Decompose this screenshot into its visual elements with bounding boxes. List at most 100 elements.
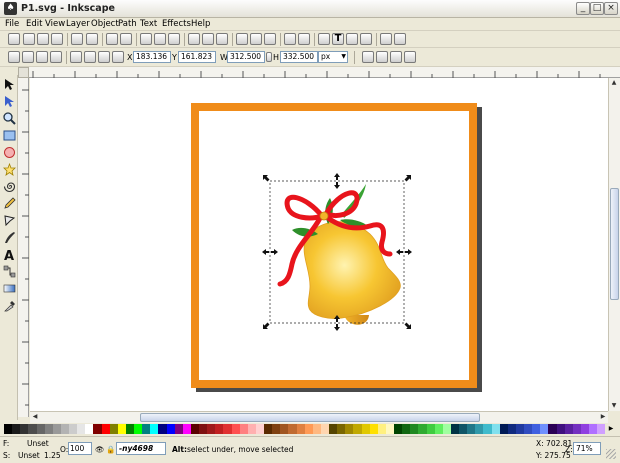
horizontal-scroll-thumb[interactable] xyxy=(140,413,480,422)
palette-swatch[interactable] xyxy=(296,424,305,434)
layer-select[interactable]: -ny4698 xyxy=(116,442,166,455)
palette-swatch[interactable] xyxy=(312,424,321,434)
rotate-cw-icon[interactable] xyxy=(22,51,34,63)
pen-tool-icon[interactable] xyxy=(3,214,16,227)
vertical-scroll-thumb[interactable] xyxy=(610,188,619,300)
copy-icon[interactable] xyxy=(140,33,152,45)
unlink-clone-icon[interactable] xyxy=(264,33,276,45)
palette-swatch[interactable] xyxy=(190,424,199,434)
menu-edit[interactable]: Edit xyxy=(26,19,42,29)
palette-swatch[interactable] xyxy=(450,424,459,434)
palette-swatch[interactable] xyxy=(142,424,151,434)
palette-swatch[interactable] xyxy=(231,424,240,434)
ungroup-icon[interactable] xyxy=(298,33,310,45)
palette-swatch[interactable] xyxy=(69,424,78,434)
palette-swatch[interactable] xyxy=(150,424,159,434)
menu-layer[interactable]: Layer xyxy=(66,19,90,29)
palette-swatch[interactable] xyxy=(499,424,508,434)
palette-swatch[interactable] xyxy=(369,424,378,434)
connector-tool-icon[interactable] xyxy=(3,265,16,278)
palette-swatch[interactable] xyxy=(174,424,183,434)
palette-swatch[interactable] xyxy=(540,424,549,434)
palette-swatch[interactable] xyxy=(215,424,224,434)
palette-swatch[interactable] xyxy=(410,424,419,434)
width-field[interactable]: 312.500 xyxy=(227,51,265,63)
transform-gradients-icon[interactable] xyxy=(390,51,402,63)
palette-swatch[interactable] xyxy=(491,424,500,434)
height-field[interactable]: 332.500 xyxy=(280,51,318,63)
zoom-field[interactable]: 71% xyxy=(573,442,601,455)
palette-swatch[interactable] xyxy=(280,424,289,434)
stroke-width-value[interactable]: 1.25 xyxy=(44,451,61,460)
palette-swatch[interactable] xyxy=(182,424,191,434)
resize-grip-icon[interactable] xyxy=(606,449,616,459)
raise-icon[interactable] xyxy=(84,51,96,63)
unit-select[interactable]: px ▼ xyxy=(318,51,348,63)
palette-swatch[interactable] xyxy=(158,424,167,434)
dropper-tool-icon[interactable] xyxy=(3,299,16,312)
palette-swatch[interactable] xyxy=(304,424,313,434)
palette-swatch[interactable] xyxy=(247,424,256,434)
palette-swatch[interactable] xyxy=(125,424,134,434)
horizontal-scrollbar[interactable]: ◀ ▶ xyxy=(30,411,608,423)
palette-swatch[interactable] xyxy=(12,424,21,434)
calligraphy-tool-icon[interactable] xyxy=(3,231,16,244)
fill-value[interactable]: Unset xyxy=(27,439,49,448)
redo-icon[interactable] xyxy=(120,33,132,45)
palette-swatch[interactable] xyxy=(52,424,61,434)
raise-to-top-icon[interactable] xyxy=(70,51,82,63)
vertical-scrollbar[interactable]: ▲ ▼ xyxy=(608,78,620,411)
menu-path[interactable]: Path xyxy=(118,19,137,29)
gradient-tool-icon[interactable] xyxy=(3,282,16,295)
zoom-drawing-icon[interactable] xyxy=(202,33,214,45)
y-coordinate-field[interactable]: 161.823 xyxy=(178,51,216,63)
palette-scroll-right-icon[interactable]: ▶ xyxy=(606,424,616,434)
palette-swatch[interactable] xyxy=(532,424,541,434)
zoom-selection-icon[interactable] xyxy=(188,33,200,45)
export-icon[interactable] xyxy=(86,33,98,45)
palette-swatch[interactable] xyxy=(418,424,427,434)
pencil-tool-icon[interactable] xyxy=(3,197,16,210)
palette-swatch[interactable] xyxy=(337,424,346,434)
open-file-icon[interactable] xyxy=(23,33,35,45)
save-icon[interactable] xyxy=(37,33,49,45)
palette-swatch[interactable] xyxy=(28,424,37,434)
palette-swatch[interactable] xyxy=(564,424,573,434)
palette-swatch[interactable] xyxy=(255,424,264,434)
close-button[interactable]: × xyxy=(604,2,618,15)
spiral-tool-icon[interactable] xyxy=(3,180,16,193)
palette-swatch[interactable] xyxy=(353,424,362,434)
maximize-button[interactable]: □ xyxy=(590,2,604,15)
menu-text[interactable]: Text xyxy=(140,19,157,29)
scroll-up-arrow-icon[interactable]: ▲ xyxy=(609,78,619,88)
lower-to-bottom-icon[interactable] xyxy=(112,51,124,63)
opacity-spinner[interactable]: 100 xyxy=(68,442,92,455)
palette-swatch[interactable] xyxy=(272,424,281,434)
menu-help[interactable]: Help xyxy=(191,19,210,29)
import-icon[interactable] xyxy=(71,33,83,45)
palette-swatch[interactable] xyxy=(207,424,216,434)
palette-swatch[interactable] xyxy=(109,424,118,434)
text-font-icon[interactable]: T xyxy=(332,33,344,45)
palette-swatch[interactable] xyxy=(329,424,338,434)
palette-swatch[interactable] xyxy=(320,424,329,434)
paste-icon[interactable] xyxy=(168,33,180,45)
drawing-canvas[interactable] xyxy=(30,78,608,411)
palette-swatch[interactable] xyxy=(426,424,435,434)
menu-effects[interactable]: Effects xyxy=(162,19,191,29)
menu-file[interactable]: File xyxy=(5,19,19,29)
palette-swatch[interactable] xyxy=(572,424,581,434)
palette-swatch[interactable] xyxy=(597,424,606,434)
palette-swatch[interactable] xyxy=(507,424,516,434)
preferences-icon[interactable] xyxy=(380,33,392,45)
group-icon[interactable] xyxy=(284,33,296,45)
palette-swatch[interactable] xyxy=(134,424,143,434)
palette-swatch[interactable] xyxy=(434,424,443,434)
stroke-value[interactable]: Unset xyxy=(18,451,40,460)
palette-swatch[interactable] xyxy=(288,424,297,434)
menu-view[interactable]: View xyxy=(45,19,65,29)
scroll-left-arrow-icon[interactable]: ◀ xyxy=(30,412,40,422)
star-tool-icon[interactable] xyxy=(3,163,16,176)
palette-swatch[interactable] xyxy=(199,424,208,434)
palette-swatch[interactable] xyxy=(101,424,110,434)
